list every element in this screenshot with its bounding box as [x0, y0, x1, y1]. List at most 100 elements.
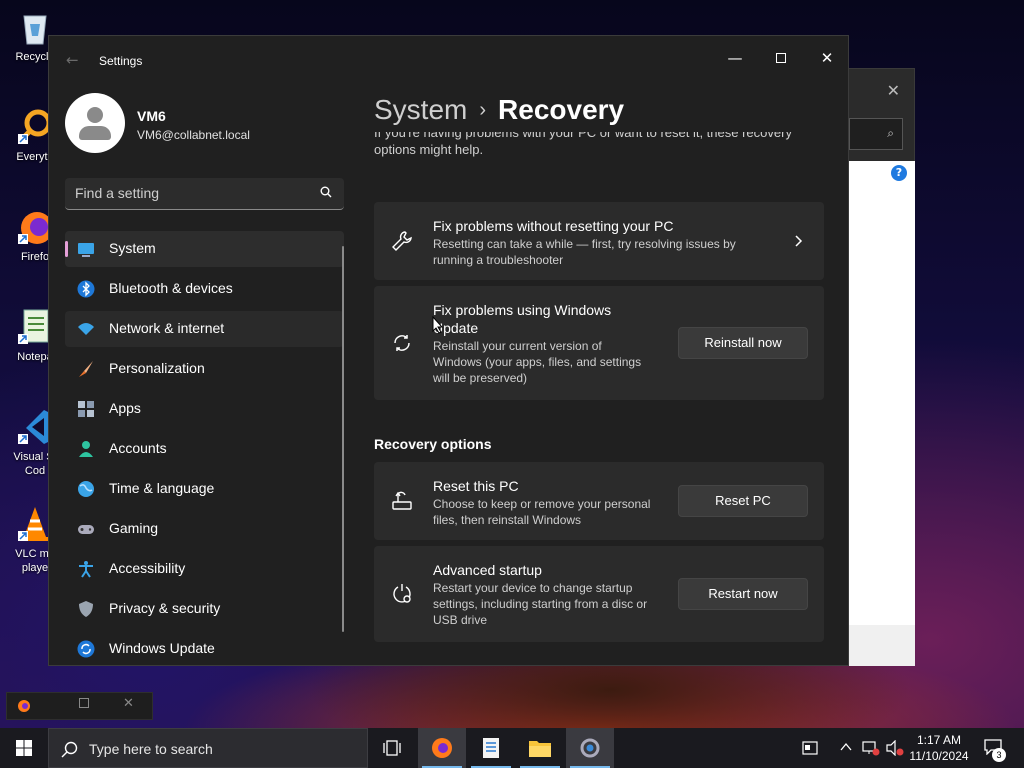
clock-time: 1:17 AM [916, 733, 962, 747]
system-icon [78, 243, 94, 257]
search-input[interactable] [65, 178, 305, 208]
sidebar-item-gaming[interactable]: Gaming [65, 511, 344, 547]
window-title: Settings [99, 54, 143, 68]
sidebar-item-label: Windows Update [109, 640, 215, 656]
wrench-icon [392, 231, 412, 251]
reset-pc-icon [392, 491, 412, 510]
task-view-icon [383, 740, 401, 756]
apps-icon [78, 401, 94, 417]
taskbar-app-firefox[interactable] [418, 728, 466, 768]
clock[interactable]: 1:17 AM 11/10/2024 [905, 732, 973, 764]
background-window-content: ? [849, 161, 915, 625]
close-icon[interactable]: ✕ [887, 81, 900, 100]
refresh-icon [394, 335, 410, 351]
volume-muted-icon[interactable] [886, 740, 904, 756]
card-title: Advanced startup [433, 562, 542, 578]
minimize-icon: — [727, 49, 743, 67]
firefox-icon [18, 700, 30, 712]
windows-logo-icon [16, 740, 32, 756]
breadcrumb-parent[interactable]: System [374, 94, 467, 125]
help-icon[interactable]: ? [891, 165, 907, 181]
breadcrumb: System › Recovery [374, 94, 624, 126]
card-title: Fix problems using Windows Update [433, 302, 612, 336]
mouse-cursor-icon [432, 316, 444, 334]
reset-pc-card: Reset this PC Choose to keep or remove y… [374, 462, 824, 540]
notification-center-button[interactable]: 3 [980, 728, 1020, 768]
close-button[interactable]: ✕ [804, 42, 848, 74]
search-box[interactable] [65, 178, 344, 210]
clock-date: 11/10/2024 [909, 749, 969, 763]
fix-problems-troubleshooter-card[interactable]: Fix problems without resetting your PC R… [374, 202, 824, 280]
taskbar-search-box[interactable]: Type here to search [48, 728, 368, 768]
power-gear-icon [393, 584, 411, 603]
minimize-button[interactable]: — [712, 42, 758, 74]
sidebar-item-accessibility[interactable]: Accessibility [65, 551, 344, 587]
sidebar-item-label: Time & language [109, 480, 215, 496]
avatar[interactable] [65, 93, 125, 153]
sidebar-item-label: Apps [109, 400, 141, 416]
title-bar[interactable]: ← Settings — ✕ [49, 36, 848, 86]
card-title: Reset this PC [433, 478, 519, 494]
sidebar-item-label: Network & internet [109, 320, 225, 336]
user-name: VM6 [137, 108, 166, 124]
avatar-body [79, 126, 111, 140]
sidebar-item-time-language[interactable]: Time & language [65, 471, 344, 507]
maximize-button[interactable] [758, 42, 804, 74]
sidebar-item-label: Gaming [109, 520, 159, 536]
sidebar-nav: System Bluetooth & devices Network & int… [65, 231, 344, 665]
restart-now-button[interactable]: Restart now [678, 578, 808, 610]
sidebar-scrollbar[interactable] [342, 246, 344, 632]
network-disconnected-icon[interactable] [862, 740, 880, 756]
sidebar-item-personalization[interactable]: Personalization [65, 351, 344, 387]
back-arrow-icon[interactable]: ← [66, 51, 79, 69]
chevron-up-icon[interactable] [840, 742, 852, 752]
avatar-head [87, 107, 103, 123]
intro-text: If you're having problems with your PC o… [374, 132, 792, 157]
sidebar-item-apps[interactable]: Apps [65, 391, 344, 427]
sidebar-item-bluetooth[interactable]: Bluetooth & devices [65, 271, 344, 307]
sidebar-item-accounts[interactable]: Accounts [65, 431, 344, 467]
taskbar-app-notepad[interactable] [467, 728, 515, 768]
accounts-icon [79, 441, 93, 457]
close-icon[interactable]: ✕ [123, 696, 134, 711]
background-window-search[interactable]: ⌕ [849, 118, 903, 150]
reset-pc-button[interactable]: Reset PC [678, 485, 808, 517]
firefox-icon [432, 738, 452, 758]
close-icon: ✕ [820, 49, 834, 67]
settings-window: ← Settings — ✕ VM6 VM6@collabnet.local S… [48, 35, 849, 666]
chevron-right-icon [795, 235, 803, 247]
card-title: Fix problems without resetting your PC [433, 218, 674, 234]
reinstall-now-button[interactable]: Reinstall now [678, 327, 808, 359]
taskbar-thumbnail: ✕ [6, 692, 153, 720]
card-description: Reinstall your current version of Window… [433, 339, 642, 385]
taskbar-app-settings[interactable] [566, 728, 614, 768]
page-title: Recovery [498, 94, 625, 125]
sidebar-item-system[interactable]: System [65, 231, 344, 267]
search-icon[interactable] [320, 186, 332, 198]
taskbar: Type here to search 1:17 AM 11/10/2024 3 [0, 728, 1024, 768]
taskbar-search-text: Type here to search [89, 741, 213, 757]
breadcrumb-separator: › [479, 99, 487, 121]
news-widget-icon[interactable] [802, 741, 818, 755]
search-icon: ⌕ [887, 126, 894, 140]
recovery-options-heading: Recovery options [374, 436, 492, 452]
user-email: VM6@collabnet.local [137, 128, 250, 142]
maximize-icon[interactable] [79, 698, 89, 708]
notification-count-badge: 3 [992, 748, 1006, 762]
recovery-content: If you're having problems with your PC o… [374, 132, 824, 665]
sidebar-item-network[interactable]: Network & internet [65, 311, 344, 347]
shield-icon [79, 601, 93, 617]
search-icon [61, 741, 78, 758]
sidebar-item-privacy[interactable]: Privacy & security [65, 591, 344, 627]
task-view-button[interactable] [368, 728, 416, 768]
sidebar-item-label: Bluetooth & devices [109, 280, 233, 296]
sidebar-item-windows-update[interactable]: Windows Update [65, 631, 344, 665]
sidebar-item-label: Accounts [109, 440, 167, 456]
sidebar-item-label: Personalization [109, 360, 205, 376]
start-button[interactable] [0, 728, 48, 768]
card-description: Resetting can take a while — first, try … [433, 237, 736, 267]
taskbar-app-file-explorer[interactable] [516, 728, 564, 768]
sidebar-item-label: Accessibility [109, 560, 186, 576]
notepad-icon [483, 738, 499, 758]
gamepad-icon [78, 525, 94, 534]
